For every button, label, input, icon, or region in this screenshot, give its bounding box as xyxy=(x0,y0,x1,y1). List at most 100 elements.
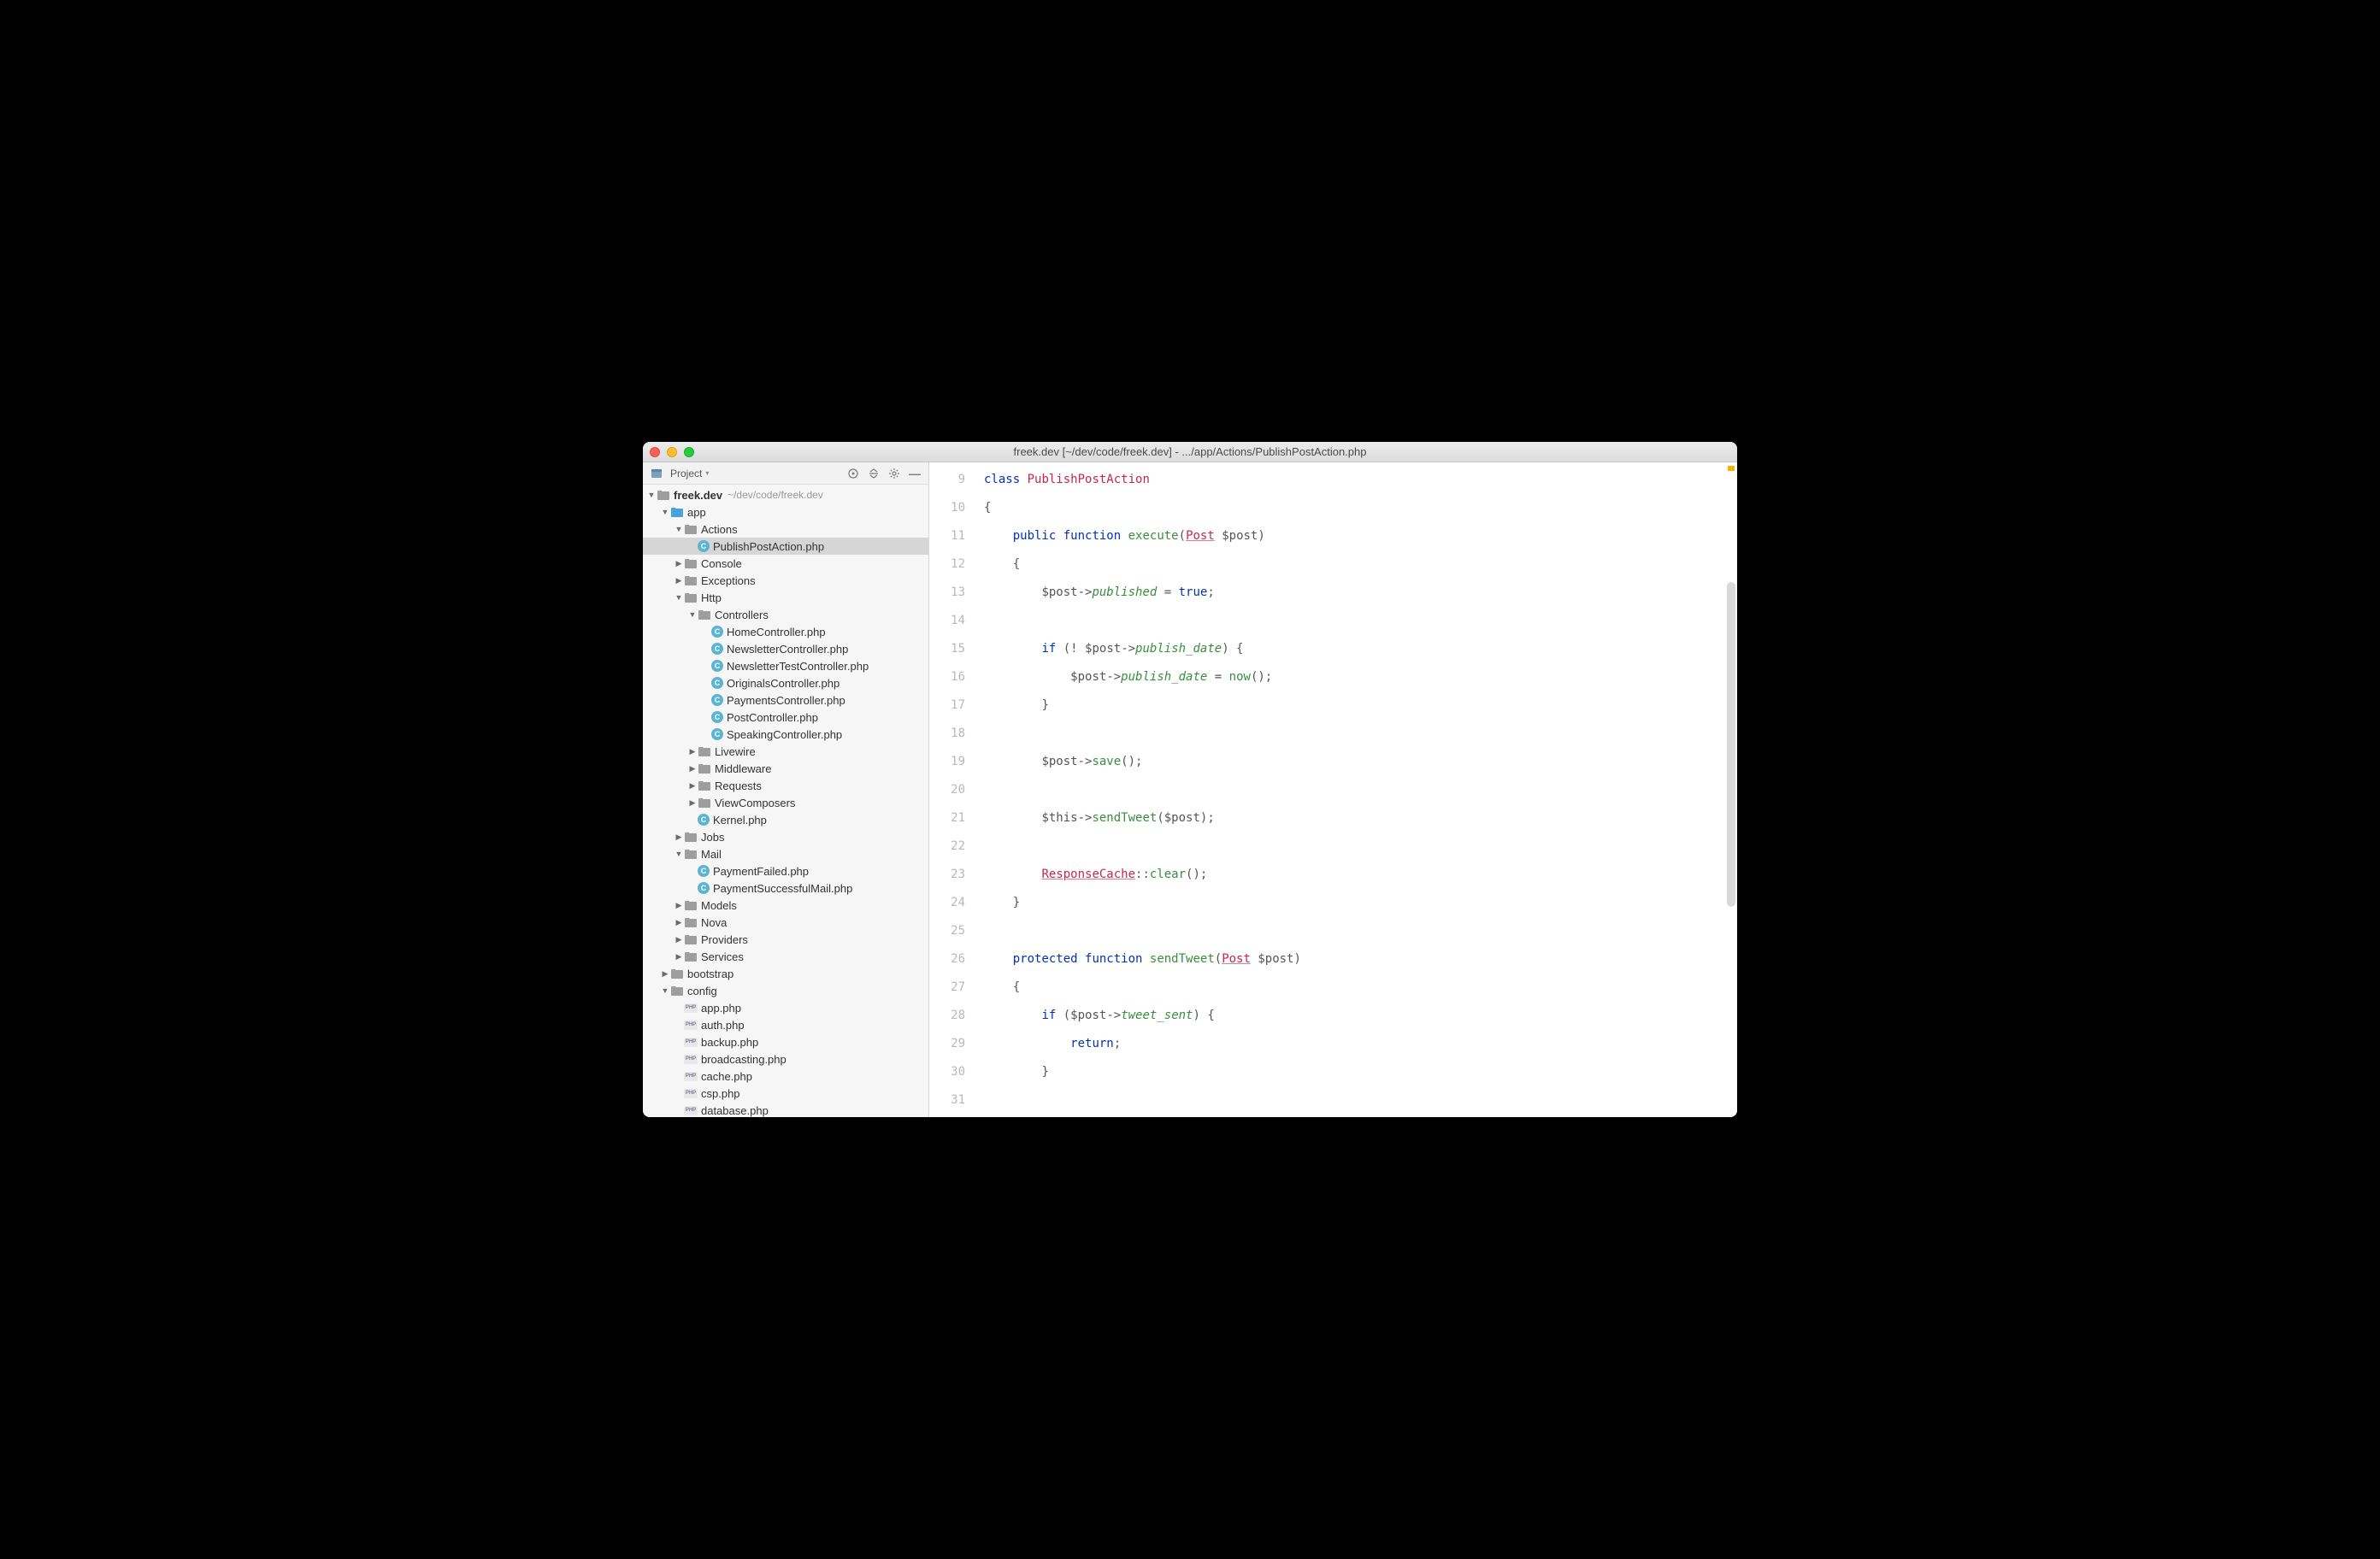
minimize-button[interactable] xyxy=(667,447,677,457)
tree-file-publishpostaction[interactable]: C PublishPostAction.php xyxy=(643,538,928,555)
tree-folder-models[interactable]: ▶Models xyxy=(643,897,928,914)
php-class-icon: C xyxy=(711,660,723,672)
tree-folder-actions[interactable]: ▼ Actions xyxy=(643,521,928,538)
code-line[interactable] xyxy=(977,720,1737,748)
chevron-right-icon: ▶ xyxy=(674,576,684,585)
titlebar[interactable]: freek.dev [~/dev/code/freek.dev] - .../a… xyxy=(643,442,1737,462)
tree-item-label: PaymentSuccessfulMail.php xyxy=(713,882,852,895)
locate-button[interactable] xyxy=(845,465,862,482)
line-number: 25 xyxy=(929,917,965,945)
tree-folder-nova[interactable]: ▶Nova xyxy=(643,914,928,931)
code-line[interactable]: } xyxy=(977,1058,1737,1086)
tree-file[interactable]: CPaymentsController.php xyxy=(643,691,928,709)
code-line[interactable]: $post->publish_date = now(); xyxy=(977,663,1737,691)
tree-file[interactable]: CPaymentSuccessfulMail.php xyxy=(643,880,928,897)
tree-file[interactable]: CNewsletterController.php xyxy=(643,640,928,657)
tree-file[interactable]: CPaymentFailed.php xyxy=(643,862,928,880)
tree-folder-http[interactable]: ▼ Http xyxy=(643,589,928,606)
code-content[interactable]: class PublishPostAction { public functio… xyxy=(977,462,1737,1117)
tree-item-label: SpeakingController.php xyxy=(727,728,842,741)
hide-button[interactable]: — xyxy=(906,465,923,482)
tree-file-kernel[interactable]: CKernel.php xyxy=(643,811,928,828)
line-number: 10 xyxy=(929,494,965,522)
tree-file[interactable]: PHPcache.php xyxy=(643,1068,928,1085)
warning-marker[interactable] xyxy=(1728,466,1735,471)
tree-root[interactable]: ▼ freek.dev ~/dev/code/freek.dev xyxy=(643,486,928,503)
gutter: 9 10 11 12 13 14 15 16 17 18 19 20 21 22… xyxy=(929,462,977,1117)
line-number: 18 xyxy=(929,720,965,748)
folder-icon xyxy=(684,898,698,912)
code-line[interactable]: } xyxy=(977,889,1737,917)
tree-item-label: Jobs xyxy=(701,831,724,844)
code-line[interactable]: ResponseCache::clear(); xyxy=(977,861,1737,889)
tree-file[interactable]: CNewsletterTestController.php xyxy=(643,657,928,674)
tree-folder-bootstrap[interactable]: ▶bootstrap xyxy=(643,965,928,982)
file-tree[interactable]: ▼ freek.dev ~/dev/code/freek.dev ▼ app ▼… xyxy=(643,485,928,1117)
tree-folder-console[interactable]: ▶ Console xyxy=(643,555,928,572)
code-line[interactable] xyxy=(977,1086,1737,1115)
tree-file[interactable]: CSpeakingController.php xyxy=(643,726,928,743)
line-number: 31 xyxy=(929,1086,965,1115)
code-line[interactable] xyxy=(977,776,1737,804)
line-number: 27 xyxy=(929,974,965,1002)
tree-file[interactable]: PHPbackup.php xyxy=(643,1033,928,1050)
code-line[interactable]: $post->published = true; xyxy=(977,579,1737,607)
collapse-button[interactable] xyxy=(865,465,882,482)
tree-folder-livewire[interactable]: ▶Livewire xyxy=(643,743,928,760)
code-editor[interactable]: 9 10 11 12 13 14 15 16 17 18 19 20 21 22… xyxy=(929,462,1737,1117)
tree-item-label: Controllers xyxy=(715,609,769,621)
tree-file[interactable]: COriginalsController.php xyxy=(643,674,928,691)
code-line[interactable]: if ($post->tweet_sent) { xyxy=(977,1002,1737,1030)
tree-item-label: app.php xyxy=(701,1002,741,1015)
close-button[interactable] xyxy=(650,447,660,457)
tree-folder-services[interactable]: ▶Services xyxy=(643,948,928,965)
tree-file[interactable]: PHPcsp.php xyxy=(643,1085,928,1102)
code-line[interactable] xyxy=(977,607,1737,635)
php-file-icon: PHP xyxy=(684,1072,698,1081)
code-line[interactable]: } xyxy=(977,691,1737,720)
tree-folder-mail[interactable]: ▼Mail xyxy=(643,845,928,862)
tree-item-label: Actions xyxy=(701,523,738,536)
folder-icon xyxy=(657,488,670,502)
code-line[interactable]: protected function sendTweet(Post $post) xyxy=(977,945,1737,974)
folder-icon xyxy=(670,505,684,519)
code-line[interactable] xyxy=(977,832,1737,861)
code-line[interactable]: if (! $post->publish_date) { xyxy=(977,635,1737,663)
tree-folder-jobs[interactable]: ▶Jobs xyxy=(643,828,928,845)
tree-folder-config[interactable]: ▼config xyxy=(643,982,928,999)
tree-item-label: database.php xyxy=(701,1104,769,1117)
maximize-button[interactable] xyxy=(684,447,694,457)
tree-file[interactable]: PHPbroadcasting.php xyxy=(643,1050,928,1068)
tree-item-label: Providers xyxy=(701,933,748,946)
tree-folder-app[interactable]: ▼ app xyxy=(643,503,928,521)
traffic-lights xyxy=(650,447,694,457)
code-line[interactable]: return; xyxy=(977,1030,1737,1058)
tree-folder-exceptions[interactable]: ▶ Exceptions xyxy=(643,572,928,589)
tree-item-label: csp.php xyxy=(701,1087,740,1100)
code-line[interactable]: { xyxy=(977,974,1737,1002)
code-line[interactable]: public function execute(Post $post) xyxy=(977,522,1737,550)
tree-item-label: Services xyxy=(701,950,744,963)
tree-file[interactable]: CPostController.php xyxy=(643,709,928,726)
code-line[interactable]: class PublishPostAction xyxy=(977,466,1737,494)
code-line[interactable]: { xyxy=(977,550,1737,579)
folder-icon xyxy=(684,522,698,536)
tree-folder-middleware[interactable]: ▶Middleware xyxy=(643,760,928,777)
tree-folder-controllers[interactable]: ▼ Controllers xyxy=(643,606,928,623)
tree-file[interactable]: PHPapp.php xyxy=(643,999,928,1016)
code-line[interactable]: $post->save(); xyxy=(977,748,1737,776)
tree-file[interactable]: PHPauth.php xyxy=(643,1016,928,1033)
project-label[interactable]: Project ▾ xyxy=(670,468,709,479)
code-line[interactable]: { xyxy=(977,494,1737,522)
scrollbar[interactable] xyxy=(1727,582,1735,907)
tree-file[interactable]: CHomeController.php xyxy=(643,623,928,640)
tree-folder-requests[interactable]: ▶Requests xyxy=(643,777,928,794)
folder-icon xyxy=(684,847,698,861)
tree-folder-providers[interactable]: ▶Providers xyxy=(643,931,928,948)
code-line[interactable]: $this->sendTweet($post); xyxy=(977,804,1737,832)
tree-folder-viewcomposers[interactable]: ▶ViewComposers xyxy=(643,794,928,811)
tree-file[interactable]: PHPdatabase.php xyxy=(643,1102,928,1117)
settings-button[interactable] xyxy=(886,465,903,482)
code-line[interactable] xyxy=(977,917,1737,945)
folder-icon xyxy=(684,556,698,570)
